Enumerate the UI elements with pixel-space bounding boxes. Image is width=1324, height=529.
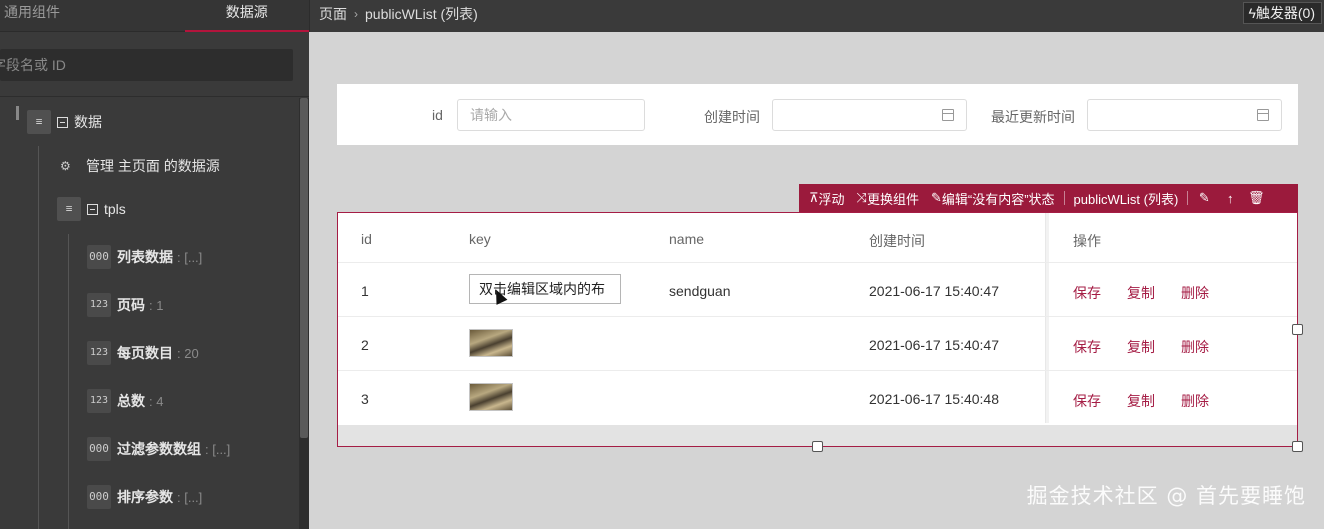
tree-field-total[interactable]: 123 总数 : 4 <box>87 389 163 413</box>
delete-link[interactable]: 删除 <box>1181 391 1209 411</box>
cell-created: 2021-06-17 15:40:48 <box>869 391 999 407</box>
tree-guide-2 <box>68 234 69 529</box>
swap-component-button[interactable]: ⤨ 更换组件 <box>851 184 925 212</box>
column-header-actions: 操作 <box>1073 233 1101 249</box>
search-placeholder: 字段名或 ID <box>0 57 66 73</box>
database-icon: ≡ <box>57 197 81 221</box>
delete-link[interactable]: 删除 <box>1181 283 1209 303</box>
row-divider <box>338 262 1297 263</box>
trigger-button[interactable]: ϟ触发器(0) <box>1243 2 1322 24</box>
left-panel: 通用组件 数据源 字段名或 ID ≡ 数据 ⚙ 管理 主页面 的数据源 ≡ tp… <box>0 0 309 529</box>
cell-id: 1 <box>361 283 369 299</box>
cell-id: 2 <box>361 337 369 353</box>
move-up-icon[interactable]: ↑ <box>1217 184 1243 212</box>
tree-field-per-page[interactable]: 123 每页数目 : 20 <box>87 341 199 365</box>
resize-handle-right[interactable] <box>1292 324 1303 335</box>
cell-id: 3 <box>361 391 369 407</box>
number-type-icon: 123 <box>87 389 111 413</box>
inline-edit-input[interactable]: 双击编辑区域内的布 <box>469 274 621 304</box>
calendar-icon[interactable] <box>1257 109 1269 121</box>
created-date-input[interactable] <box>772 99 967 131</box>
number-type-icon: 123 <box>87 341 111 365</box>
tree-field-page[interactable]: 123 页码 : 1 <box>87 293 163 317</box>
toolbar-divider <box>1187 191 1189 205</box>
lightning-icon: ϟ <box>1248 5 1256 21</box>
copy-link[interactable]: 复制 <box>1127 391 1155 411</box>
field-search-input[interactable]: 字段名或 ID <box>0 49 293 81</box>
toolbar-divider <box>1063 191 1065 205</box>
database-icon: ≡ <box>27 110 51 134</box>
updated-date-input[interactable] <box>1087 99 1282 131</box>
collapse-icon[interactable] <box>57 116 68 128</box>
component-name: publicWList (列表) <box>1073 191 1179 207</box>
gears-icon: ⚙ <box>60 159 71 173</box>
key-image[interactable] <box>469 383 513 411</box>
collapse-icon[interactable] <box>87 203 98 215</box>
column-header-created: 创建时间 <box>869 233 925 249</box>
filter-label-updated: 最近更新时间 <box>991 109 1075 125</box>
edit-icon[interactable]: ✎ <box>1191 184 1217 212</box>
resize-handle-corner[interactable] <box>1292 441 1303 452</box>
key-image[interactable] <box>469 329 513 357</box>
breadcrumb-component[interactable]: publicWList (列表) <box>365 4 478 24</box>
trigger-label: 触发器(0) <box>1255 5 1315 21</box>
cell-created: 2021-06-17 15:40:47 <box>869 283 999 299</box>
search-wrap: 字段名或 ID <box>0 32 309 97</box>
copy-link[interactable]: 复制 <box>1127 337 1155 357</box>
breadcrumb: 页面 › publicWList (列表) <box>319 4 478 24</box>
filter-label-id: id <box>432 107 443 123</box>
filter-form: id 请输入 创建时间 最近更新时间 <box>337 84 1298 145</box>
float-button[interactable]: ⊼ 浮动 <box>799 184 851 212</box>
array-type-icon: 000 <box>87 485 111 509</box>
breadcrumb-page[interactable]: 页面 <box>319 4 347 24</box>
tree-indicator <box>16 106 19 120</box>
tree-guide-1 <box>38 146 39 529</box>
save-link[interactable]: 保存 <box>1073 283 1101 303</box>
cell-created: 2021-06-17 15:40:47 <box>869 337 999 353</box>
tree-node-root[interactable]: ≡ 数据 <box>27 110 102 134</box>
tree-field-sort-params[interactable]: 000 排序参数 : [...] <box>87 485 202 509</box>
column-header-name: name <box>669 231 705 247</box>
pin-icon: ⊼ <box>809 190 819 205</box>
top-bar: 页面 › publicWList (列表) ϟ触发器(0) <box>309 0 1324 32</box>
component-toolbar: ⊼ 浮动 ⤨ 更换组件 ✎ 编辑“没有内容”状态 publicWList (列表) ✎… <box>799 184 1298 212</box>
fixed-column-divider <box>1045 213 1049 423</box>
left-scrollbar[interactable] <box>299 98 309 529</box>
row-divider <box>338 370 1297 371</box>
tree-node-manage[interactable]: ⚙ 管理 主页面 的数据源 <box>60 154 220 178</box>
scrollbar-thumb[interactable] <box>300 98 308 438</box>
tree-node-tpls[interactable]: ≡ tpls <box>57 197 126 221</box>
resize-handle-bottom[interactable] <box>812 441 823 452</box>
tab-data-source[interactable]: 数据源 <box>184 0 309 32</box>
data-tree: ≡ 数据 ⚙ 管理 主页面 的数据源 ≡ tpls 000 列表数据 : [..… <box>0 98 299 529</box>
copy-link[interactable]: 复制 <box>1127 283 1155 303</box>
array-type-icon: 000 <box>87 437 111 461</box>
save-link[interactable]: 保存 <box>1073 391 1101 411</box>
shuffle-icon: ⤨ <box>856 190 867 205</box>
cell-name: sendguan <box>669 283 731 299</box>
id-input[interactable]: 请输入 <box>457 99 645 131</box>
column-header-key: key <box>469 231 491 247</box>
tree-field-list-data[interactable]: 000 列表数据 : [...] <box>87 245 202 269</box>
crud-table[interactable]: id key name 创建时间 操作 1 双击编辑区域内的布 sendguan… <box>337 212 1298 447</box>
save-link[interactable]: 保存 <box>1073 337 1101 357</box>
chevron-right-icon: › <box>354 7 358 21</box>
delete-link[interactable]: 删除 <box>1181 337 1209 357</box>
row-divider <box>338 316 1297 317</box>
tab-common-components[interactable]: 通用组件 <box>0 0 120 32</box>
calendar-icon[interactable] <box>942 109 954 121</box>
edit-icon: ✎ <box>930 190 942 205</box>
column-header-id: id <box>361 231 372 247</box>
panel-tabs: 通用组件 数据源 <box>0 0 309 32</box>
array-type-icon: 000 <box>87 245 111 269</box>
number-type-icon: 123 <box>87 293 111 317</box>
trash-icon[interactable]: 🗑 <box>1243 184 1269 212</box>
filter-label-created: 创建时间 <box>704 109 760 125</box>
edit-empty-state-button[interactable]: ✎ 编辑“没有内容”状态 <box>925 184 1061 212</box>
watermark: 掘金技术社区 @ 首先要睡饱 <box>1026 484 1306 508</box>
tree-field-filter-params[interactable]: 000 过滤参数数组 : [...] <box>87 437 230 461</box>
id-input-placeholder: 请输入 <box>470 107 512 123</box>
